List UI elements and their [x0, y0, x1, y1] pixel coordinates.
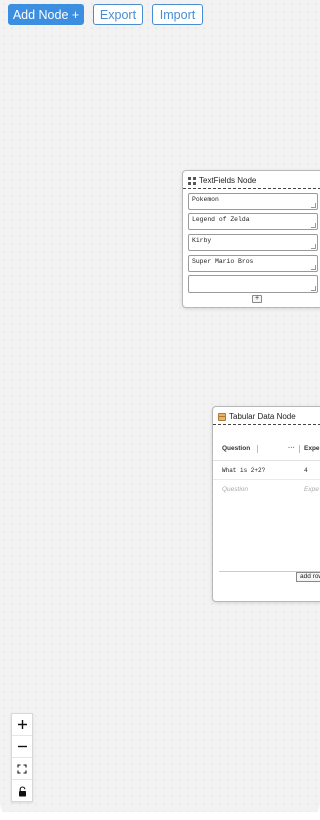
add-field-button[interactable]: + [252, 295, 262, 303]
node-title: TextFields Node [199, 176, 257, 185]
zoom-in-icon[interactable] [12, 714, 32, 736]
text-field[interactable] [188, 275, 318, 293]
table-cell[interactable]: What is 2+2? [222, 467, 265, 474]
tabular-data-node[interactable]: Tabular Data Node Question ··· Expe What… [212, 406, 320, 602]
view-controls [11, 713, 33, 802]
table-row[interactable]: What is 2+2? 4 [213, 461, 320, 480]
grid-icon [188, 176, 196, 185]
text-field[interactable]: Kirby [188, 234, 318, 251]
lock-icon[interactable] [12, 780, 32, 802]
placeholder-question[interactable]: Question [222, 486, 248, 493]
text-field[interactable]: Legend of Zelda [188, 213, 318, 230]
new-row-placeholder[interactable]: Question Expe [213, 481, 320, 499]
zoom-out-icon[interactable] [12, 736, 32, 758]
column-divider[interactable] [257, 445, 258, 453]
node-header[interactable]: TextFields Node [183, 173, 320, 189]
table-icon [218, 412, 226, 421]
table-cell[interactable]: 4 [304, 467, 308, 474]
textfields-node[interactable]: TextFields Node Pokemon Legend of Zelda … [182, 170, 320, 308]
text-field[interactable]: Super Mario Bros [188, 255, 318, 272]
bottom-strip [0, 812, 320, 820]
export-button[interactable]: Export [93, 4, 143, 25]
column-divider[interactable] [299, 445, 300, 453]
node-title: Tabular Data Node [229, 412, 296, 421]
flow-canvas[interactable]: Add Node + Export Import TextFields Node… [0, 0, 320, 817]
node-header[interactable]: Tabular Data Node [213, 409, 320, 425]
table-header: Question ··· Expe [213, 435, 320, 461]
import-button[interactable]: Import [152, 4, 203, 25]
add-row-button[interactable]: add row [296, 572, 320, 582]
column-header-question[interactable]: Question [222, 445, 250, 452]
column-menu-icon[interactable]: ··· [288, 445, 295, 452]
fit-view-icon[interactable] [12, 758, 32, 780]
add-node-button[interactable]: Add Node + [8, 4, 84, 25]
text-field[interactable]: Pokemon [188, 193, 318, 210]
placeholder-expected[interactable]: Expe [304, 486, 319, 493]
column-header-expected[interactable]: Expe [304, 445, 320, 452]
